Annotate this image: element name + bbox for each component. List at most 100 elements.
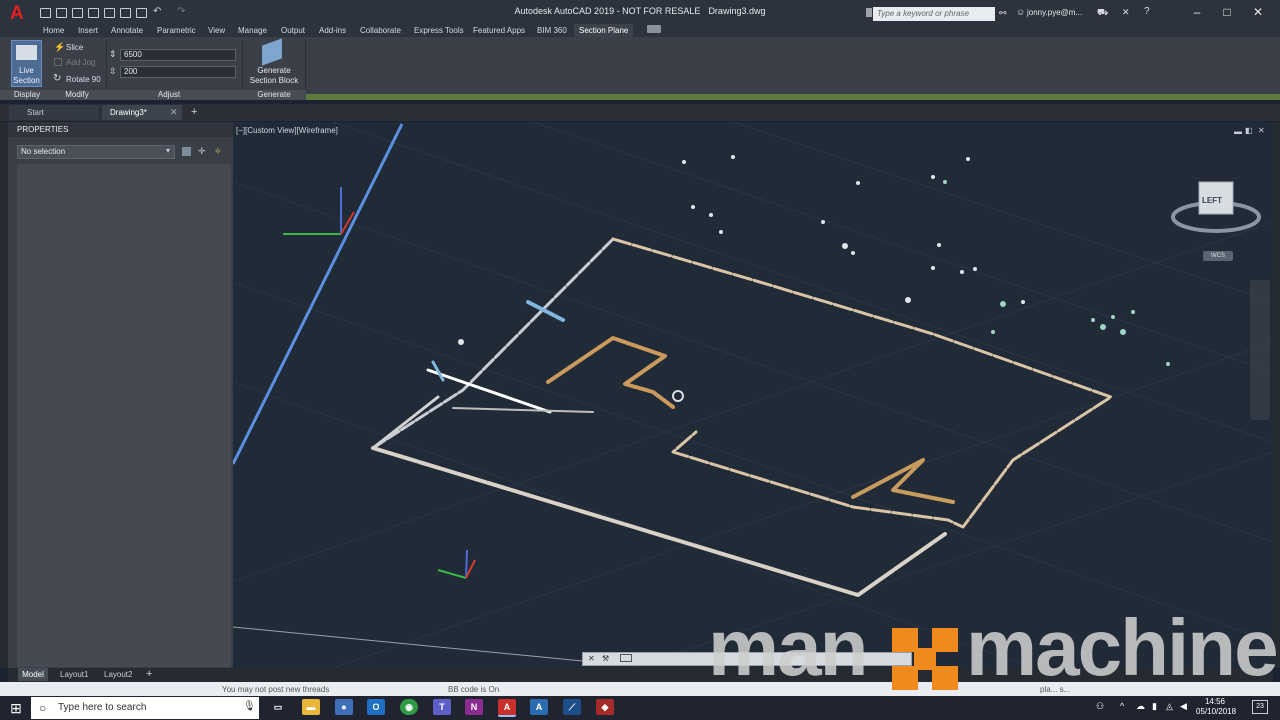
help-search-input[interactable]: Type a keyword or phrase (873, 7, 995, 21)
notifications-icon[interactable]: 23 (1252, 700, 1268, 714)
tab-view[interactable]: View (208, 24, 225, 37)
maximize-button[interactable]: □ (1212, 4, 1242, 20)
minimize-button[interactable]: – (1182, 4, 1212, 20)
tab-collaborate[interactable]: Collaborate (360, 24, 401, 37)
task-view-icon[interactable]: ▭ (269, 699, 287, 715)
view-cube (1171, 181, 1261, 233)
ribbon-minimize-icon[interactable] (647, 25, 661, 33)
search-icon: ○ (39, 701, 47, 715)
windows-start-icon[interactable]: ⊞ (4, 698, 28, 718)
watermark-cross-icon (892, 628, 958, 690)
tab-section-plane[interactable]: Section Plane (574, 24, 634, 37)
tray-chevron-icon[interactable]: ^ (1120, 701, 1124, 711)
outlook-icon[interactable]: O (367, 699, 385, 715)
tab-output[interactable]: Output (281, 24, 305, 37)
live-section-icon (16, 45, 37, 60)
command-close-icon[interactable]: ✕ (588, 654, 595, 663)
autocad-taskbar-icon[interactable]: A (498, 699, 516, 717)
onenote-icon[interactable]: N (465, 699, 483, 715)
properties-title[interactable]: PROPERTIES (8, 122, 233, 137)
tab-parametric[interactable]: Parametric (157, 24, 196, 37)
tab-addins[interactable]: Add-ins (319, 24, 346, 37)
viewport-minimize-icon[interactable]: ▬ (1234, 127, 1242, 136)
tab-manage[interactable]: Manage (238, 24, 267, 37)
user-icon[interactable]: ☺ (1016, 7, 1025, 17)
viewport-restore-icon[interactable]: ◧ (1245, 126, 1253, 135)
right-gutter (1273, 122, 1280, 668)
cart-icon[interactable]: ⛟ (1097, 7, 1108, 19)
microphone-icon[interactable]: 🎙 (243, 701, 256, 712)
section-offset-input[interactable]: 6500 (120, 49, 236, 61)
tab-express-tools[interactable]: Express Tools (414, 24, 464, 37)
tab-start[interactable]: Start (9, 105, 99, 120)
offset-icon: ⇕ (109, 49, 117, 59)
close-tab-icon[interactable]: ✕ (170, 107, 178, 118)
select-objects-icon[interactable]: ✛ (198, 146, 206, 157)
revit-icon[interactable]: ⟋ (563, 699, 581, 715)
generate-section-block-button[interactable]: Generate Section Block (246, 66, 302, 86)
drawing-viewport[interactable] (233, 122, 1273, 668)
bbcode-status-text: BB code is On (448, 685, 500, 694)
new-tab-icon[interactable]: + (191, 106, 197, 118)
left-gutter (0, 122, 8, 668)
thickness-icon: ⇳ (109, 66, 117, 76)
panel-display-label[interactable]: Display (6, 90, 48, 100)
slice-thickness-input[interactable]: 200 (120, 66, 236, 78)
command-input-icon[interactable] (620, 654, 632, 662)
viewport-controls-label[interactable]: [−][Custom View][Wireframe] (236, 126, 338, 135)
tab-annotate[interactable]: Annotate (111, 24, 143, 37)
exchange-icon[interactable]: ✕ (1122, 7, 1130, 18)
toggle-pickadd-icon[interactable] (182, 147, 191, 156)
rotate-icon: ↻ (53, 73, 62, 84)
teams-icon[interactable]: T (433, 699, 451, 715)
viewcube-face-label[interactable]: LEFT (1202, 196, 1222, 205)
clock-date: 05/10/2018 (1196, 707, 1237, 716)
navigation-bar[interactable] (1250, 280, 1270, 420)
tab-layout1[interactable]: Layout1 (60, 668, 88, 681)
live-section-button[interactable]: Live Section (11, 40, 42, 87)
tab-home[interactable]: Home (43, 24, 64, 37)
rotate90-button[interactable]: Rotate 90 (66, 75, 101, 84)
cursor (672, 390, 684, 402)
file-explorer-icon[interactable]: ▬ (302, 699, 320, 715)
recap-icon[interactable]: ◆ (596, 699, 614, 715)
slice-icon: ⚡ (54, 42, 66, 52)
quick-select-icon[interactable]: ✧ (214, 146, 222, 157)
command-customize-icon[interactable]: ⚒ (602, 654, 609, 663)
tab-model[interactable]: Model (18, 668, 48, 681)
people-icon[interactable]: ⚇ (1096, 701, 1104, 712)
chevron-down-icon[interactable]: ▾ (166, 146, 170, 155)
add-layout-icon[interactable]: + (146, 668, 152, 681)
battery-icon[interactable]: ▮ (1152, 701, 1157, 712)
window-title: Autodesk AutoCAD 2019 - NOT FOR RESALE Dr… (514, 6, 766, 16)
panel-generate-label: Generate (257, 90, 291, 99)
man-and-machine-watermark: man machine (708, 603, 1279, 692)
binoculars-icon[interactable]: ⚯ (999, 8, 1007, 19)
slice-button[interactable]: Slice (66, 43, 83, 52)
wcs-menu[interactable]: WCS (1203, 251, 1233, 261)
tab-featured-apps[interactable]: Featured Apps (473, 24, 525, 37)
onedrive-icon[interactable]: ☁ (1136, 701, 1145, 712)
live-section-label: Live Section (13, 66, 40, 85)
tab-layout2[interactable]: Layout2 (104, 668, 132, 681)
taskbar-clock[interactable]: 14:56 05/10/2018 (1196, 697, 1237, 717)
close-button[interactable]: ✕ (1243, 4, 1273, 20)
chrome-icon[interactable]: ◉ (400, 699, 418, 715)
autodesk-app-icon[interactable]: A (530, 699, 548, 715)
viewport-close-icon[interactable]: ✕ (1258, 126, 1265, 135)
panel-modify-label: Modify (65, 90, 89, 99)
volume-icon[interactable]: ◀ (1180, 701, 1187, 712)
taskbar-search-input[interactable]: Type here to search (31, 697, 259, 719)
user-account[interactable]: jonny.pye@m... (1027, 8, 1082, 17)
search-expand-icon[interactable] (866, 8, 872, 17)
tab-insert[interactable]: Insert (78, 24, 98, 37)
add-jog-button[interactable]: Add Jog (66, 58, 95, 67)
selection-dropdown[interactable]: No selection (17, 145, 175, 159)
tab-bim360[interactable]: BIM 360 (537, 24, 567, 37)
section-plane-line (233, 123, 404, 465)
security-icon[interactable]: ● (335, 699, 353, 715)
point-cloud-canvas (233, 122, 1273, 668)
network-icon[interactable]: ◬ (1166, 701, 1173, 712)
help-icon[interactable]: ? (1144, 6, 1150, 17)
panel-adjust-label[interactable]: Adjust (108, 90, 230, 100)
